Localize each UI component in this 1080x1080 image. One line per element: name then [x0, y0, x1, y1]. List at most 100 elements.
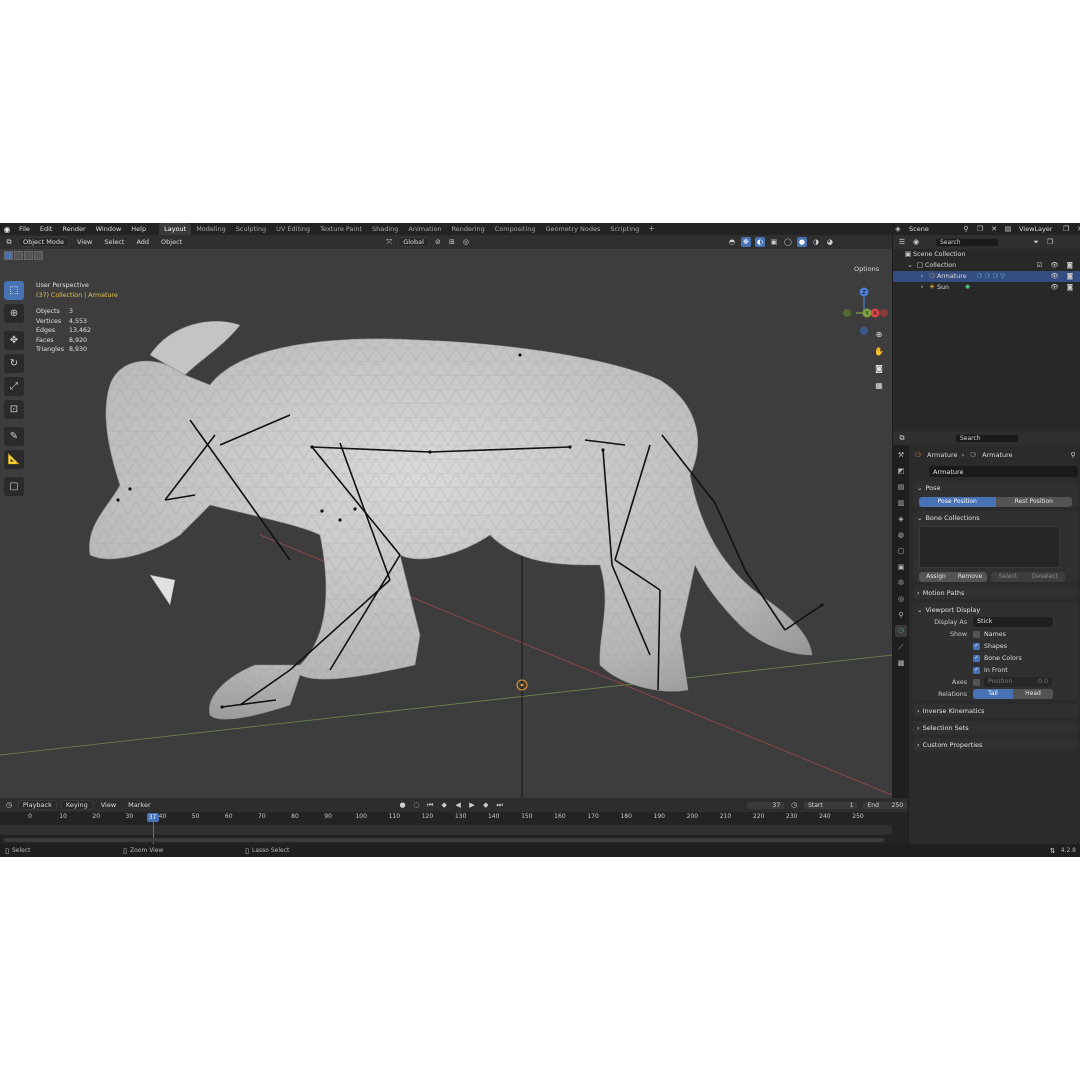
collection-visibility-icons[interactable]: ☑ 👁 ◙	[1036, 260, 1076, 271]
pin-icon[interactable]: ⚲	[1068, 450, 1078, 460]
menu-edit[interactable]: Edit	[35, 223, 58, 235]
modifier-tab-icon[interactable]: ✇	[895, 577, 907, 589]
overlay-toggle-icon[interactable]: ◐	[754, 237, 765, 247]
menu-file[interactable]: File	[14, 223, 35, 235]
scene-name[interactable]: Scene	[907, 223, 957, 235]
axes-checkbox[interactable]	[973, 678, 980, 686]
in-front-checkbox[interactable]: ✓	[973, 666, 980, 674]
measure-tool-icon[interactable]: 📐	[4, 450, 24, 469]
cursor-tool-icon[interactable]: ⊕	[4, 304, 24, 323]
bone-collections-list[interactable]	[919, 526, 1060, 568]
xray-icon[interactable]: ▣	[769, 237, 779, 247]
tab-uv-editing[interactable]: UV Editing	[271, 223, 315, 235]
output-tab-icon[interactable]: ▤	[895, 481, 907, 493]
tab-scripting[interactable]: Scripting	[605, 223, 644, 235]
outliner-search-input[interactable]: Search	[935, 237, 999, 247]
rest-position-button[interactable]: Rest Position	[995, 497, 1072, 507]
zoom-icon[interactable]: ⊕	[872, 327, 886, 341]
armature-name-field[interactable]: Armature	[929, 466, 1078, 477]
bone-collections-header[interactable]: ⌄ Bone Collections	[913, 511, 1078, 524]
pivot-icon[interactable]: ⊘	[433, 237, 443, 247]
menu-view[interactable]: View	[73, 237, 96, 247]
timeline-scrollbar[interactable]	[4, 838, 884, 842]
material-shading-icon[interactable]: ◑	[811, 237, 821, 247]
inverse-kinematics-header[interactable]: › Inverse Kinematics	[913, 704, 1078, 717]
perspective-grid-icon[interactable]: ▦	[872, 378, 886, 392]
playback-menu[interactable]: Playback	[17, 800, 57, 810]
3d-viewport[interactable]: ⧉ Object Mode View Select Add Object ⤧ G…	[0, 235, 892, 798]
timeline-track[interactable]	[0, 825, 892, 835]
delete-view-layer-icon[interactable]: ✕	[1075, 224, 1080, 234]
outliner-row-armature[interactable]: › ⚆ Armature ⚆ ⚆ ⚆ ▽ 👁 ◙	[893, 271, 1080, 282]
jump-start-icon[interactable]: ⏮	[425, 800, 435, 810]
outliner-editor-icon[interactable]: ☰	[897, 237, 907, 247]
annotate-tool-icon[interactable]: ✎	[4, 427, 24, 446]
names-checkbox[interactable]	[973, 630, 980, 638]
armature-data-tab-icon[interactable]: ⚆	[895, 625, 907, 637]
menu-select[interactable]: Select	[100, 237, 128, 247]
object-tab-icon[interactable]: ▣	[895, 561, 907, 573]
scale-tool-icon[interactable]: ⤢	[4, 377, 24, 396]
menu-help[interactable]: Help	[126, 223, 151, 235]
add-cube-tool-icon[interactable]: ▢	[4, 477, 24, 496]
add-workspace-button[interactable]: +	[644, 223, 659, 235]
select-extend-icon[interactable]	[14, 251, 23, 260]
wireframe-shading-icon[interactable]: ◯	[783, 237, 793, 247]
play-reverse-icon[interactable]: ◀	[453, 800, 463, 810]
properties-search-input[interactable]: Search	[955, 433, 1019, 443]
play-icon[interactable]: ▶	[467, 800, 477, 810]
assign-button[interactable]: Assign	[919, 572, 953, 582]
proportional-edit-icon[interactable]: ◎	[461, 237, 471, 247]
orientation-dropdown[interactable]: Global	[398, 237, 429, 247]
new-collection-icon[interactable]: ❐	[1045, 237, 1055, 247]
physics-tab-icon[interactable]: ◎	[895, 593, 907, 605]
tab-shading[interactable]: Shading	[367, 223, 403, 235]
clock-icon[interactable]: ◷	[789, 800, 799, 810]
bone-tab-icon[interactable]: ⟋	[895, 641, 907, 653]
viewport-display-header[interactable]: ⌄ Viewport Display	[913, 603, 1078, 616]
start-frame-field[interactable]: Start 1	[803, 800, 859, 810]
tab-animation[interactable]: Animation	[403, 223, 446, 235]
relations-tail-button[interactable]: Tail	[973, 689, 1013, 699]
keying-menu[interactable]: Keying	[60, 800, 93, 810]
camera-view-icon[interactable]: ◙	[872, 361, 886, 375]
render-tab-icon[interactable]: ◩	[895, 465, 907, 477]
outliner-row-sun[interactable]: › ☀ Sun ✺ 👁 ◙	[893, 282, 1080, 293]
pose-panel-header[interactable]: ⌄ Pose	[913, 481, 1078, 494]
timeline-ruler[interactable]: 0 10 20 30 40 50 60 70 80 90 100 110 120 130 140 150 160…	[0, 813, 892, 823]
view-layer-name[interactable]: ViewLayer	[1017, 223, 1057, 235]
tab-layout[interactable]: Layout	[159, 223, 192, 235]
options-button[interactable]: Options	[850, 264, 883, 274]
display-mode-icon[interactable]: ◉	[911, 237, 921, 247]
timeline-view-menu[interactable]: View	[97, 800, 120, 810]
current-frame-field[interactable]: 37	[745, 800, 786, 810]
selection-sets-header[interactable]: › Selection Sets	[913, 721, 1078, 734]
sun-visibility-icons[interactable]: 👁 ◙	[1050, 282, 1076, 293]
marker-menu[interactable]: Marker	[124, 800, 154, 810]
shapes-checkbox[interactable]: ✓	[973, 642, 980, 650]
world-tab-icon[interactable]: ◍	[895, 529, 907, 541]
properties-editor-icon[interactable]: ⧉	[897, 433, 907, 443]
prev-keyframe-icon[interactable]: ◆	[439, 800, 449, 810]
keying-set-icon[interactable]: ◌	[411, 800, 421, 810]
tab-geometry-nodes[interactable]: Geometry Nodes	[541, 223, 606, 235]
transform-tool-icon[interactable]: ⊡	[4, 400, 24, 419]
remove-button[interactable]: Remove	[953, 572, 987, 582]
constraints-tab-icon[interactable]: ⚲	[895, 609, 907, 621]
jump-end-icon[interactable]: ⏭	[495, 800, 505, 810]
snap-icon[interactable]: ⊞	[447, 237, 457, 247]
display-as-dropdown[interactable]: Stick	[973, 617, 1053, 627]
select-button[interactable]: Select	[991, 572, 1025, 582]
tab-modeling[interactable]: Modeling	[191, 223, 231, 235]
new-scene-icon[interactable]: ❐	[975, 224, 985, 234]
pose-position-button[interactable]: Pose Position	[919, 497, 996, 507]
next-keyframe-icon[interactable]: ◆	[481, 800, 491, 810]
pin-icon[interactable]: ⚲	[961, 224, 971, 234]
motion-paths-header[interactable]: › Motion Paths	[913, 586, 1078, 599]
timeline-editor-icon[interactable]: ◷	[4, 800, 14, 810]
new-view-layer-icon[interactable]: ❐	[1061, 224, 1071, 234]
rotate-tool-icon[interactable]: ↻	[4, 354, 24, 373]
deselect-button[interactable]: Deselect	[1025, 572, 1065, 582]
gizmo-toggle-icon[interactable]: ✥	[740, 237, 751, 247]
outliner-row-scene-collection[interactable]: ▣ Scene Collection	[893, 249, 1080, 260]
